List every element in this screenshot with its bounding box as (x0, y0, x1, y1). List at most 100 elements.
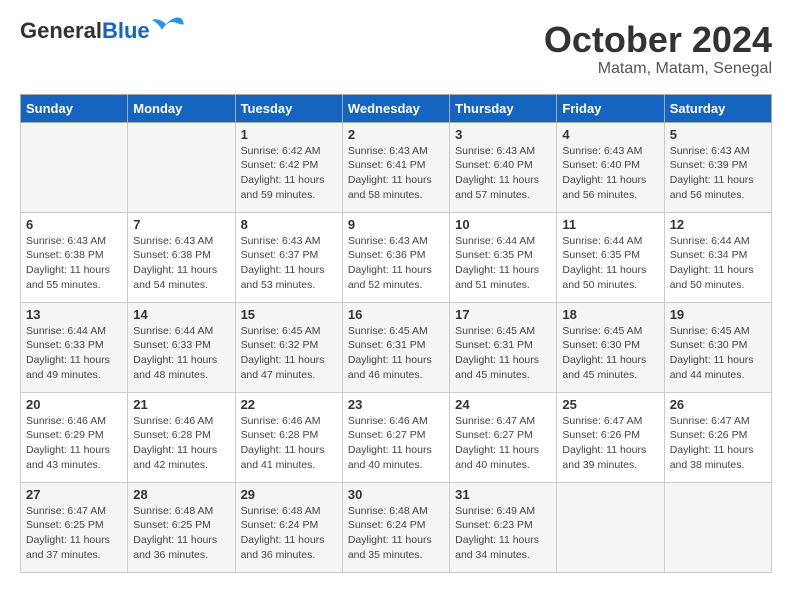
day-number: 10 (455, 217, 551, 232)
day-number: 8 (241, 217, 337, 232)
calendar-cell: 16 Sunrise: 6:45 AMSunset: 6:31 PMDayligh… (342, 302, 449, 392)
calendar-cell: 1 Sunrise: 6:42 AMSunset: 6:42 PMDaylight… (235, 122, 342, 212)
day-detail: Sunrise: 6:44 AMSunset: 6:34 PMDaylight:… (670, 234, 766, 293)
calendar-cell: 14 Sunrise: 6:44 AMSunset: 6:33 PMDayligh… (128, 302, 235, 392)
calendar-table: SundayMondayTuesdayWednesdayThursdayFrid… (20, 94, 772, 573)
calendar-cell: 17 Sunrise: 6:45 AMSunset: 6:31 PMDayligh… (450, 302, 557, 392)
calendar-cell: 11 Sunrise: 6:44 AMSunset: 6:35 PMDayligh… (557, 212, 664, 302)
calendar-header: SundayMondayTuesdayWednesdayThursdayFrid… (21, 94, 772, 122)
logo-text: GeneralBlue (20, 20, 150, 42)
day-detail: Sunrise: 6:43 AMSunset: 6:36 PMDaylight:… (348, 234, 444, 293)
calendar-cell: 2 Sunrise: 6:43 AMSunset: 6:41 PMDaylight… (342, 122, 449, 212)
day-detail: Sunrise: 6:46 AMSunset: 6:27 PMDaylight:… (348, 414, 444, 473)
calendar-cell: 24 Sunrise: 6:47 AMSunset: 6:27 PMDayligh… (450, 392, 557, 482)
day-detail: Sunrise: 6:42 AMSunset: 6:42 PMDaylight:… (241, 144, 337, 203)
day-number: 2 (348, 127, 444, 142)
title-block: October 2024 Matam, Matam, Senegal (544, 20, 772, 78)
day-detail: Sunrise: 6:43 AMSunset: 6:41 PMDaylight:… (348, 144, 444, 203)
calendar-cell: 27 Sunrise: 6:47 AMSunset: 6:25 PMDayligh… (21, 482, 128, 572)
day-detail: Sunrise: 6:48 AMSunset: 6:24 PMDaylight:… (241, 504, 337, 563)
day-number: 3 (455, 127, 551, 142)
day-detail: Sunrise: 6:47 AMSunset: 6:25 PMDaylight:… (26, 504, 122, 563)
day-number: 16 (348, 307, 444, 322)
day-number: 4 (562, 127, 658, 142)
calendar-cell (21, 122, 128, 212)
calendar-cell: 29Sunrise: 6:48 AMSunset: 6:24 PMDayligh… (235, 482, 342, 572)
weekday-monday: Monday (128, 94, 235, 122)
day-number: 25 (562, 397, 658, 412)
calendar-cell: 31Sunrise: 6:49 AMSunset: 6:23 PMDayligh… (450, 482, 557, 572)
calendar-cell: 9 Sunrise: 6:43 AMSunset: 6:36 PMDaylight… (342, 212, 449, 302)
day-detail: Sunrise: 6:48 AMSunset: 6:24 PMDaylight:… (348, 504, 444, 563)
day-number: 31 (455, 487, 551, 502)
day-detail: Sunrise: 6:47 AMSunset: 6:26 PMDaylight:… (562, 414, 658, 473)
day-detail: Sunrise: 6:47 AMSunset: 6:26 PMDaylight:… (670, 414, 766, 473)
day-number: 15 (241, 307, 337, 322)
calendar-cell: 28Sunrise: 6:48 AMSunset: 6:25 PMDayligh… (128, 482, 235, 572)
day-number: 17 (455, 307, 551, 322)
day-number: 22 (241, 397, 337, 412)
day-detail: Sunrise: 6:43 AMSunset: 6:40 PMDaylight:… (562, 144, 658, 203)
page-header: GeneralBlue October 2024 Matam, Matam, S… (20, 20, 772, 78)
day-detail: Sunrise: 6:44 AMSunset: 6:33 PMDaylight:… (133, 324, 229, 383)
week-row-5: 27 Sunrise: 6:47 AMSunset: 6:25 PMDayligh… (21, 482, 772, 572)
day-number: 11 (562, 217, 658, 232)
weekday-friday: Friday (557, 94, 664, 122)
calendar-cell (664, 482, 771, 572)
calendar-cell: 10Sunrise: 6:44 AMSunset: 6:35 PMDayligh… (450, 212, 557, 302)
calendar-cell: 18Sunrise: 6:45 AMSunset: 6:30 PMDayligh… (557, 302, 664, 392)
calendar-cell: 25 Sunrise: 6:47 AMSunset: 6:26 PMDayligh… (557, 392, 664, 482)
calendar-cell: 20 Sunrise: 6:46 AMSunset: 6:29 PMDayligh… (21, 392, 128, 482)
day-detail: Sunrise: 6:44 AMSunset: 6:33 PMDaylight:… (26, 324, 122, 383)
day-number: 24 (455, 397, 551, 412)
calendar-cell: 4 Sunrise: 6:43 AMSunset: 6:40 PMDaylight… (557, 122, 664, 212)
day-number: 23 (348, 397, 444, 412)
calendar-cell: 6Sunrise: 6:43 AMSunset: 6:38 PMDaylight… (21, 212, 128, 302)
day-number: 27 (26, 487, 122, 502)
day-detail: Sunrise: 6:44 AMSunset: 6:35 PMDaylight:… (562, 234, 658, 293)
week-row-4: 20 Sunrise: 6:46 AMSunset: 6:29 PMDayligh… (21, 392, 772, 482)
day-detail: Sunrise: 6:45 AMSunset: 6:31 PMDaylight:… (348, 324, 444, 383)
calendar-cell: 23 Sunrise: 6:46 AMSunset: 6:27 PMDayligh… (342, 392, 449, 482)
calendar-body: 1 Sunrise: 6:42 AMSunset: 6:42 PMDaylight… (21, 122, 772, 572)
calendar-cell: 7 Sunrise: 6:43 AMSunset: 6:38 PMDaylight… (128, 212, 235, 302)
weekday-thursday: Thursday (450, 94, 557, 122)
day-detail: Sunrise: 6:45 AMSunset: 6:32 PMDaylight:… (241, 324, 337, 383)
day-detail: Sunrise: 6:47 AMSunset: 6:27 PMDaylight:… (455, 414, 551, 473)
day-detail: Sunrise: 6:43 AMSunset: 6:38 PMDaylight:… (133, 234, 229, 293)
day-detail: Sunrise: 6:45 AMSunset: 6:31 PMDaylight:… (455, 324, 551, 383)
logo: GeneralBlue (20, 20, 184, 42)
month-title: October 2024 (544, 20, 772, 60)
day-number: 21 (133, 397, 229, 412)
week-row-1: 1 Sunrise: 6:42 AMSunset: 6:42 PMDaylight… (21, 122, 772, 212)
location: Matam, Matam, Senegal (544, 60, 772, 78)
calendar-cell: 12 Sunrise: 6:44 AMSunset: 6:34 PMDayligh… (664, 212, 771, 302)
calendar-cell: 5Sunrise: 6:43 AMSunset: 6:39 PMDaylight… (664, 122, 771, 212)
day-number: 12 (670, 217, 766, 232)
calendar-cell: 30 Sunrise: 6:48 AMSunset: 6:24 PMDayligh… (342, 482, 449, 572)
day-number: 7 (133, 217, 229, 232)
day-number: 14 (133, 307, 229, 322)
weekday-sunday: Sunday (21, 94, 128, 122)
calendar-cell: 22Sunrise: 6:46 AMSunset: 6:28 PMDayligh… (235, 392, 342, 482)
logo-blue: Blue (102, 18, 150, 43)
day-detail: Sunrise: 6:46 AMSunset: 6:28 PMDaylight:… (133, 414, 229, 473)
day-detail: Sunrise: 6:45 AMSunset: 6:30 PMDaylight:… (670, 324, 766, 383)
day-number: 28 (133, 487, 229, 502)
week-row-2: 6Sunrise: 6:43 AMSunset: 6:38 PMDaylight… (21, 212, 772, 302)
week-row-3: 13 Sunrise: 6:44 AMSunset: 6:33 PMDayligh… (21, 302, 772, 392)
day-detail: Sunrise: 6:46 AMSunset: 6:29 PMDaylight:… (26, 414, 122, 473)
weekday-wednesday: Wednesday (342, 94, 449, 122)
day-number: 9 (348, 217, 444, 232)
calendar-cell (557, 482, 664, 572)
weekday-tuesday: Tuesday (235, 94, 342, 122)
day-number: 5 (670, 127, 766, 142)
day-number: 13 (26, 307, 122, 322)
calendar-cell: 26Sunrise: 6:47 AMSunset: 6:26 PMDayligh… (664, 392, 771, 482)
calendar-cell: 19Sunrise: 6:45 AMSunset: 6:30 PMDayligh… (664, 302, 771, 392)
day-number: 1 (241, 127, 337, 142)
day-number: 20 (26, 397, 122, 412)
calendar-cell (128, 122, 235, 212)
calendar-cell: 21 Sunrise: 6:46 AMSunset: 6:28 PMDayligh… (128, 392, 235, 482)
day-number: 30 (348, 487, 444, 502)
